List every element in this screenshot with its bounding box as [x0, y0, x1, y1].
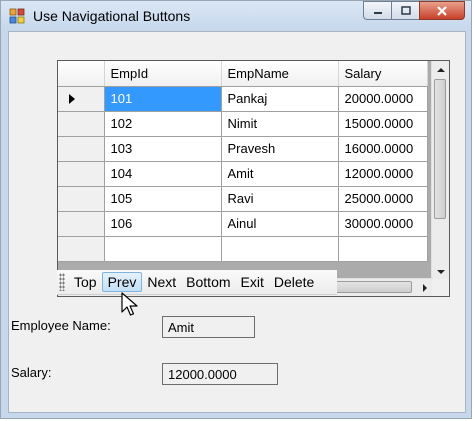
table-row[interactable]: 106 Ainul 30000.0000	[58, 211, 428, 237]
app-icon	[9, 8, 25, 24]
row-header[interactable]	[58, 186, 105, 212]
cell-salary[interactable]: 20000.0000	[338, 86, 428, 112]
current-row-arrow-icon	[69, 93, 75, 104]
cell-empid[interactable]: 102	[104, 111, 222, 137]
scroll-right-button[interactable]	[416, 279, 433, 296]
minimize-icon	[373, 11, 382, 14]
column-header-salary[interactable]: Salary	[338, 61, 428, 87]
mouse-pointer-icon	[121, 292, 138, 316]
cell-empid[interactable]: 101	[104, 86, 222, 112]
close-icon	[437, 5, 447, 16]
employee-name-field[interactable]: Amit	[162, 316, 255, 338]
arrow-down-icon	[436, 269, 445, 274]
arrow-up-icon	[436, 67, 445, 72]
table-row[interactable]: 102 Nimit 15000.0000	[58, 111, 428, 137]
close-button[interactable]	[419, 1, 465, 20]
table-row-partial	[58, 236, 428, 262]
row-header[interactable]	[58, 111, 105, 137]
employee-data-grid[interactable]: EmpId EmpName Salary 101 Pankaj 20000.00…	[57, 60, 450, 297]
salary-label: Salary:	[11, 365, 52, 380]
column-header-empid[interactable]: EmpId	[104, 61, 222, 87]
table-row[interactable]: 101 Pankaj 20000.0000	[58, 86, 428, 112]
window-title: Use Navigational Buttons	[33, 8, 191, 24]
form-client-area: EmpId EmpName Salary 101 Pankaj 20000.00…	[8, 31, 466, 413]
row-header[interactable]	[58, 86, 105, 112]
cell-empid[interactable]: 105	[104, 186, 222, 212]
cell-empid[interactable]: 103	[104, 136, 222, 162]
toolstrip-grip[interactable]	[59, 273, 65, 291]
cell-salary[interactable]: 25000.0000	[338, 186, 428, 212]
row-header[interactable]	[58, 211, 105, 237]
next-button[interactable]: Next	[142, 272, 181, 292]
navigation-toolstrip: Top Prev Next Bottom Exit Delete	[57, 270, 337, 295]
cell-empname[interactable]: Ainul	[221, 211, 339, 237]
row-header[interactable]	[58, 136, 105, 162]
cell-empid[interactable]: 104	[104, 161, 222, 187]
scroll-down-button[interactable]	[432, 263, 449, 280]
employee-name-label: Employee Name:	[11, 318, 111, 333]
vertical-scrollbar[interactable]	[431, 61, 449, 280]
cell-salary[interactable]: 16000.0000	[338, 136, 428, 162]
salary-field[interactable]: 12000.0000	[162, 363, 278, 385]
maximize-button[interactable]	[391, 1, 419, 20]
table-row[interactable]: 104 Amit 12000.0000	[58, 161, 428, 187]
cell-salary[interactable]: 12000.0000	[338, 161, 428, 187]
row-header[interactable]	[58, 161, 105, 187]
table-row[interactable]: 103 Pravesh 16000.0000	[58, 136, 428, 162]
scroll-up-button[interactable]	[432, 61, 449, 78]
top-button[interactable]: Top	[69, 272, 102, 292]
delete-button[interactable]: Delete	[269, 272, 319, 292]
cell-salary[interactable]: 30000.0000	[338, 211, 428, 237]
cell-salary[interactable]: 15000.0000	[338, 111, 428, 137]
maximize-icon	[400, 6, 411, 15]
table-row[interactable]: 105 Ravi 25000.0000	[58, 186, 428, 212]
cell-empname[interactable]: Amit	[221, 161, 339, 187]
cell-empname[interactable]: Nimit	[221, 111, 339, 137]
cell-empname[interactable]: Pravesh	[221, 136, 339, 162]
title-bar[interactable]: Use Navigational Buttons	[1, 1, 471, 31]
prev-button[interactable]: Prev	[101, 272, 143, 292]
column-header-empname[interactable]: EmpName	[221, 61, 339, 87]
minimize-button[interactable]	[363, 1, 391, 20]
app-window: Use Navigational Buttons EmpId EmpName S…	[0, 0, 472, 419]
cell-empid[interactable]: 106	[104, 211, 222, 237]
scrollbar-corner	[432, 279, 449, 296]
bottom-button[interactable]: Bottom	[181, 272, 235, 292]
exit-button[interactable]: Exit	[236, 272, 269, 292]
grid-header-row: EmpId EmpName Salary	[58, 61, 428, 87]
cell-empname[interactable]: Ravi	[221, 186, 339, 212]
cell-empname[interactable]: Pankaj	[221, 86, 339, 112]
vertical-scroll-thumb[interactable]	[434, 79, 446, 219]
arrow-right-icon	[422, 283, 427, 292]
row-header-corner	[58, 61, 105, 87]
